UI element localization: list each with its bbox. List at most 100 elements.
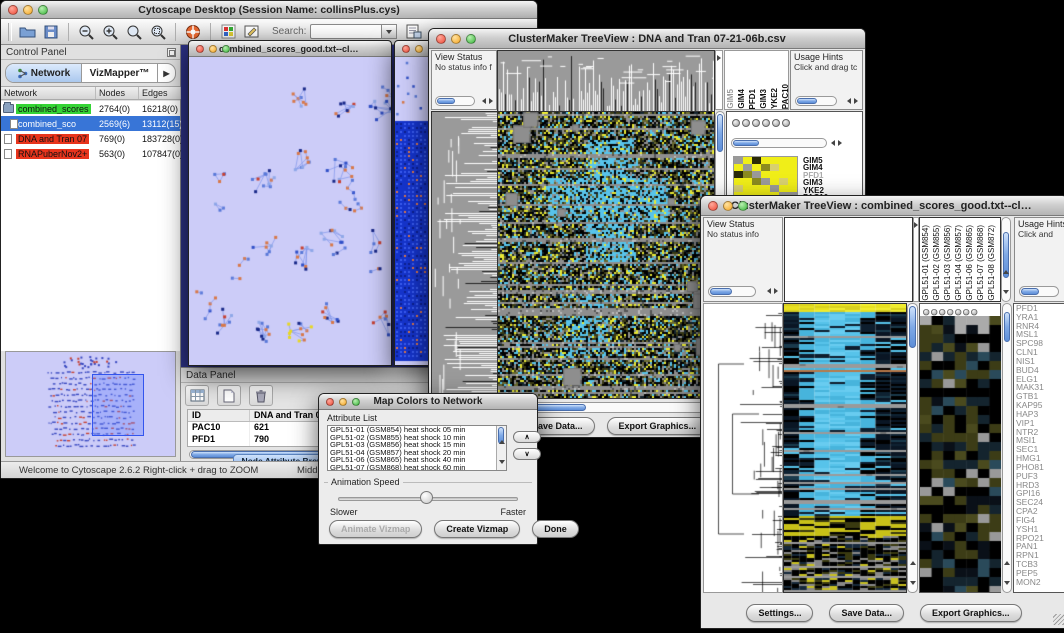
tab-vizmapper[interactable]: VizMapper™ [82,64,157,82]
zoom-tool-icon[interactable] [772,119,780,127]
scroll-right-icon[interactable] [854,98,858,104]
close-button[interactable] [708,201,718,211]
heatmap-canvas[interactable] [497,111,715,399]
network-window-titlebar[interactable]: combined_scores_good.txt--cluste... [189,41,391,57]
close-button[interactable] [196,45,204,53]
delete-attribute-button[interactable] [249,385,273,406]
zoom-tool-icon[interactable] [742,119,750,127]
scroll-thumb[interactable] [437,98,455,104]
id-column-header[interactable]: ID [188,410,250,421]
float-panel-icon[interactable] [167,48,176,57]
heatmap-canvas[interactable] [783,303,907,593]
zoom-tool-icon[interactable] [947,309,953,315]
zoom-tool-icon[interactable] [752,119,760,127]
column-label[interactable]: PAC10 [781,84,789,109]
scroll-thumb[interactable] [733,140,759,146]
scroll-thumb[interactable] [797,98,817,104]
column-label[interactable]: GPL51-01 (GSM854) [921,225,930,301]
treeview-button[interactable]: Save Data... [829,604,904,622]
tab-network[interactable]: Network [6,64,82,82]
minimize-button[interactable] [23,5,33,15]
scroll-up-icon[interactable] [1003,270,1009,274]
column-label[interactable]: GPL51-08 (GSM872) [987,225,996,301]
zoom-tool-icon[interactable] [732,119,740,127]
column-label[interactable]: GPL51-03 (GSM856) [943,225,952,301]
column-label[interactable]: GPL51-02 (GSM855) [932,225,941,301]
minimize-button[interactable] [339,398,347,406]
column-label[interactable]: GPL51-04 (GSM857) [954,225,963,301]
col-network[interactable]: Network [1,87,96,99]
scroll-left-icon[interactable] [482,98,486,104]
column-label[interactable]: GPL51-06 (GSM865) [965,225,974,301]
done-button[interactable]: Done [532,520,579,538]
scroll-arrows[interactable] [831,140,842,146]
close-button[interactable] [402,45,410,53]
birdseye-viewport-rect[interactable] [92,374,144,436]
zoom-heatmap-matrix[interactable] [733,156,798,200]
zoom-button[interactable] [738,201,748,211]
column-label[interactable]: YKE2 [770,88,779,109]
scroll-thumb[interactable] [717,114,723,152]
scroll-up-icon[interactable] [499,440,505,444]
birdseye-canvas[interactable] [6,352,172,454]
network-tree-row[interactable]: RNAPuberNov2+ 563(0) 107847(0) [1,146,180,161]
zoom-button[interactable] [222,45,230,53]
zoom-tool-icon[interactable] [782,119,790,127]
zoom-heatmap-canvas[interactable] [920,316,1001,592]
minimize-button[interactable] [451,34,461,44]
zoom-in-button[interactable] [98,21,122,43]
scroll-arrows[interactable] [847,98,858,104]
create-vizmap-button[interactable]: Create Vizmap [434,520,520,538]
scroll-thumb[interactable] [710,288,732,295]
scroll-track[interactable] [435,96,475,106]
zoom-tool-icon[interactable] [971,309,977,315]
row-dendrogram-canvas[interactable] [703,303,783,593]
scroll-thumb[interactable] [1021,288,1039,295]
animate-vizmap-button[interactable]: Animate Vizmap [329,520,422,538]
scroll-arrows[interactable] [1003,263,1010,299]
zoom-tool-icon[interactable] [963,309,969,315]
minimize-button[interactable] [209,45,217,53]
close-button[interactable] [8,5,18,15]
column-label[interactable]: PFD1 [748,89,757,109]
scroll-right-icon[interactable] [838,140,842,146]
network-tree-row[interactable]: combined_sco 2569(6) 13112(15) [1,116,180,131]
zoom-tool-icon[interactable] [762,119,770,127]
scroll-arrows[interactable] [482,98,493,104]
column-label[interactable]: GIM3 [759,89,768,109]
scroll-right-icon[interactable] [774,288,778,294]
zoom-button[interactable] [352,398,360,406]
scroll-left-icon[interactable] [831,140,835,146]
expand-arrow-icon[interactable] [717,55,721,61]
expand-arrow-icon[interactable] [914,222,918,228]
move-attribute-down-button[interactable]: ∨ [513,448,541,460]
column-dendrogram-area[interactable] [784,217,913,302]
treeview-button[interactable]: Export Graphics... [607,417,709,435]
close-button[interactable] [436,34,446,44]
zoom-button[interactable] [38,5,48,15]
dialog-titlebar[interactable]: Map Colors to Network [319,394,537,410]
scroll-down-icon[interactable] [910,581,916,585]
scroll-left-icon[interactable] [847,98,851,104]
network-tree-row[interactable]: combined_scores 2764(0) 16218(0) [1,101,180,116]
scroll-thumb[interactable] [1004,312,1010,342]
scroll-down-icon[interactable] [1004,581,1010,585]
col-nodes[interactable]: Nodes [96,87,139,99]
scroll-track[interactable] [1019,286,1059,297]
treeview2-titlebar[interactable]: ClusterMaker TreeView : combined_scores_… [701,196,1064,216]
close-button[interactable] [326,398,334,406]
treeview-button[interactable]: Settings... [746,604,813,622]
zoom-tool-icon[interactable] [955,309,961,315]
zoom-tool-icon[interactable] [931,309,937,315]
zoom-button[interactable] [466,34,476,44]
open-file-button[interactable] [15,21,39,43]
treeview-button[interactable]: Export Graphics... [920,604,1022,622]
minimize-button[interactable] [415,45,423,53]
zoom-tool-icon[interactable] [923,309,929,315]
scroll-arrows[interactable] [767,288,778,294]
gene-label[interactable]: MON2 [1014,578,1064,587]
minimize-button[interactable] [723,201,733,211]
scroll-down-icon[interactable] [499,460,505,464]
scroll-track[interactable] [708,286,756,297]
scroll-up-icon[interactable] [1004,561,1010,565]
